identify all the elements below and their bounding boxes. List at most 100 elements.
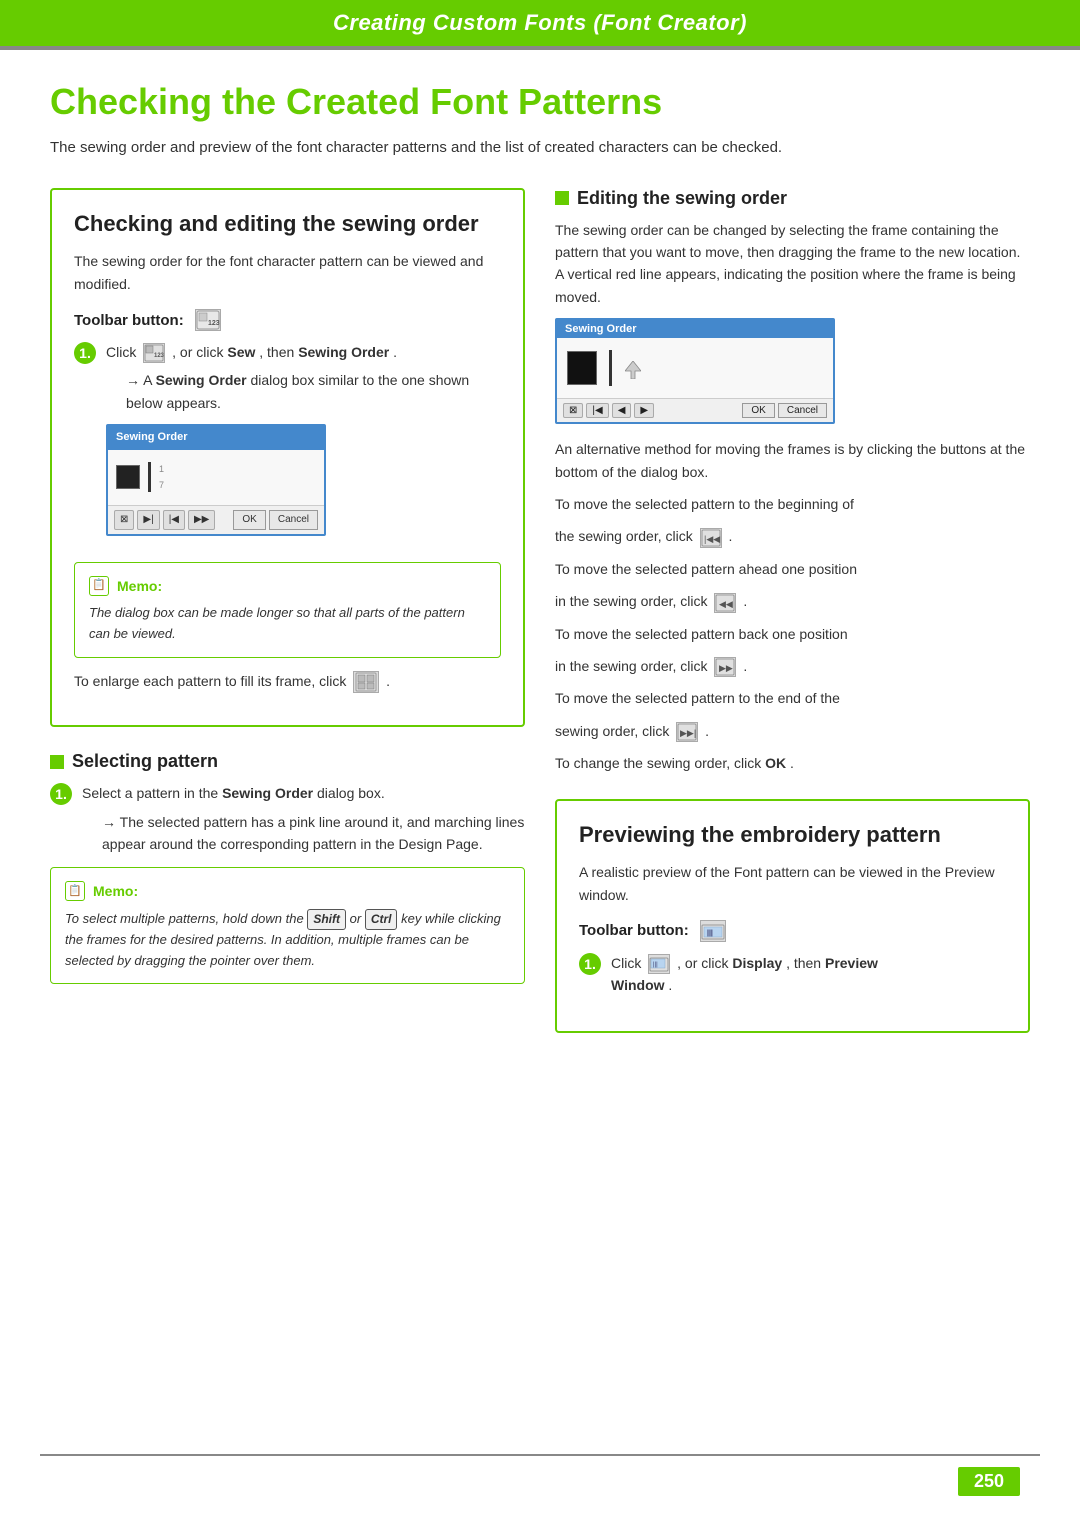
dialog-mini-btn-2[interactable]: ▶| <box>137 510 159 530</box>
page-title: Checking the Created Font Patterns <box>50 80 1030 123</box>
selecting-pattern-section: Selecting pattern 1. Select a pattern in… <box>50 751 525 984</box>
step1-result-arrow: → A <box>126 372 156 388</box>
move-ahead-para: To move the selected pattern ahead one p… <box>555 558 1030 580</box>
memo-text-2: To select multiple patterns, hold down t… <box>65 909 510 972</box>
memo-box-2: 📋 Memo: To select multiple patterns, hol… <box>50 867 525 984</box>
move-back-period: . <box>743 658 747 674</box>
dialog-title-text: Sewing Order <box>116 431 188 443</box>
dialog-mini-btn-3[interactable]: |◀ <box>163 510 185 530</box>
move-end-text: To move the selected pattern to the end … <box>555 690 840 706</box>
step-1: 1. Click 123 , or click Sew , the <box>74 341 501 550</box>
svg-text:▶▶|: ▶▶| <box>680 728 696 738</box>
step-select-bold: Sewing Order <box>222 785 313 801</box>
editing-desc: The sewing order can be changed by selec… <box>555 219 1030 309</box>
move-beginning-period: . <box>729 528 733 544</box>
enlarge-text: To enlarge each pattern to fill its fram… <box>74 673 346 689</box>
svg-text:◀◀: ◀◀ <box>719 599 733 609</box>
checking-editing-box: Checking and editing the sewing order Th… <box>50 188 525 727</box>
dialog-line <box>148 462 151 492</box>
dialog-cancel-btn[interactable]: Cancel <box>269 510 318 530</box>
checking-editing-desc: The sewing order for the font character … <box>74 250 501 295</box>
step-1-content: Click 123 , or click Sew , then Sewing O… <box>106 341 501 550</box>
move-beginning-icon: |◀◀ <box>700 528 722 548</box>
move-end-click-para: sewing order, click ▶▶| . <box>555 720 1030 742</box>
dialog-mini-btn-4[interactable]: ▶▶ <box>188 510 215 530</box>
preview-or-text: , or click <box>677 955 732 971</box>
dialog-mini-btn-1[interactable]: ⊠ <box>114 510 134 530</box>
dialog-bottom-left: ⊠ ▶| |◀ ▶▶ OK Cancel <box>108 505 324 534</box>
preview-window-bold2: Window <box>611 977 665 993</box>
move-ahead-icon: ◀◀ <box>714 593 736 613</box>
alt-method-text: An alternative method for moving the fra… <box>555 438 1030 483</box>
move-end-para: To move the selected pattern to the end … <box>555 687 1030 709</box>
dialog-right-btn-3[interactable]: ◀ <box>612 403 632 418</box>
toolbar-button-icon: 123 <box>195 309 221 331</box>
change-order-text: To change the sewing order, click <box>555 755 765 771</box>
editing-heading-text: Editing the sewing order <box>577 188 787 209</box>
step-select-result: → The selected pattern has a pink line a… <box>102 811 525 856</box>
two-col-layout: Checking and editing the sewing order Th… <box>50 188 1030 1033</box>
dialog-title-bar-right: Sewing Order <box>557 320 833 338</box>
move-back-icon: ▶▶ <box>714 657 736 677</box>
step-preview-content: Click ||| , or click Display , then Prev… <box>611 952 1006 997</box>
step1-icon: 123 <box>143 343 165 363</box>
memo-icon-1: 📋 <box>89 576 109 596</box>
memo-header-2: 📋 Memo: <box>65 880 510 902</box>
dialog-line-right <box>609 350 612 386</box>
dialog-right-ok[interactable]: OK <box>742 403 774 418</box>
change-order-ok: OK <box>765 755 786 771</box>
shift-badge: Shift <box>307 909 346 930</box>
change-order-para: To change the sewing order, click OK . <box>555 752 1030 774</box>
enlarge-icon <box>353 671 379 693</box>
dialog-right-btn-1[interactable]: ⊠ <box>563 403 583 418</box>
preview-display-bold: Display <box>732 955 782 971</box>
move-back-click-para: in the sewing order, click ▶▶ . <box>555 655 1030 677</box>
step1-then-text: , then <box>259 344 298 360</box>
step-select-1-content: Select a pattern in the Sewing Order dia… <box>82 782 525 855</box>
dialog-body-left: 1 7 <box>108 450 324 505</box>
preview-desc: A realistic preview of the Font pattern … <box>579 861 1006 906</box>
dialog-ok-btn[interactable]: OK <box>233 510 265 530</box>
step-select-1-number: 1. <box>50 783 72 805</box>
sewing-order-dialog-right: Sewing Order ⊠ |◀ ◀ <box>555 318 835 424</box>
memo2-text1: To select multiple patterns, hold down t… <box>65 911 304 926</box>
move-back-text: To move the selected pattern back one po… <box>555 626 848 642</box>
step1-sewingorder-bold: Sewing Order <box>298 344 389 360</box>
svg-text:123: 123 <box>208 320 220 327</box>
editing-heading-row: Editing the sewing order <box>555 188 1030 209</box>
preview-toolbar-icon: ||| <box>700 920 726 942</box>
preview-step-icon: ||| <box>648 954 670 974</box>
sewing-order-dialog-left: Sewing Order 1 7 <box>106 424 326 536</box>
move-end-icon: ▶▶| <box>676 722 698 742</box>
memo-text-1: The dialog box can be made longer so tha… <box>89 603 486 645</box>
dialog-swatch-right <box>567 351 597 385</box>
dialog-right-btn-4[interactable]: ▶ <box>634 403 654 418</box>
selecting-heading-row: Selecting pattern <box>50 751 525 772</box>
move-end-text2: sewing order, click <box>555 723 669 739</box>
click-text: Click <box>106 344 140 360</box>
svg-text:|◀◀: |◀◀ <box>704 534 720 544</box>
move-back-para: To move the selected pattern back one po… <box>555 623 1030 645</box>
memo-header-1: 📋 Memo: <box>89 575 486 597</box>
preview-title: Previewing the embroidery pattern <box>579 821 1006 850</box>
move-end-period: . <box>705 723 709 739</box>
step-1-number: 1. <box>74 342 96 364</box>
right-column: Editing the sewing order The sewing orde… <box>555 188 1030 1033</box>
memo-label-2: Memo: <box>93 880 138 902</box>
move-beginning-click-para: the sewing order, click |◀◀ . <box>555 525 1030 547</box>
dialog-title-bar-left: Sewing Order <box>108 426 324 450</box>
editing-green-square <box>555 191 569 205</box>
move-ahead-period: . <box>743 593 747 609</box>
dialog-right-btn-2[interactable]: |◀ <box>586 403 608 418</box>
step-select-1: 1. Select a pattern in the Sewing Order … <box>50 782 525 855</box>
svg-text:|||: ||| <box>653 962 658 968</box>
move-ahead-text: To move the selected pattern ahead one p… <box>555 561 857 577</box>
toolbar-label-text: Toolbar button: <box>74 312 184 329</box>
preview-toolbar-text: Toolbar button: <box>579 922 689 939</box>
dialog-right-cancel[interactable]: Cancel <box>778 403 827 418</box>
bottom-border-line <box>40 1454 1040 1456</box>
ctrl-badge: Ctrl <box>365 909 398 930</box>
enlarge-para: To enlarge each pattern to fill its fram… <box>74 670 501 693</box>
step1-result: → A Sewing Order dialog box similar to t… <box>126 369 501 414</box>
page-subtitle: The sewing order and preview of the font… <box>50 137 1030 160</box>
